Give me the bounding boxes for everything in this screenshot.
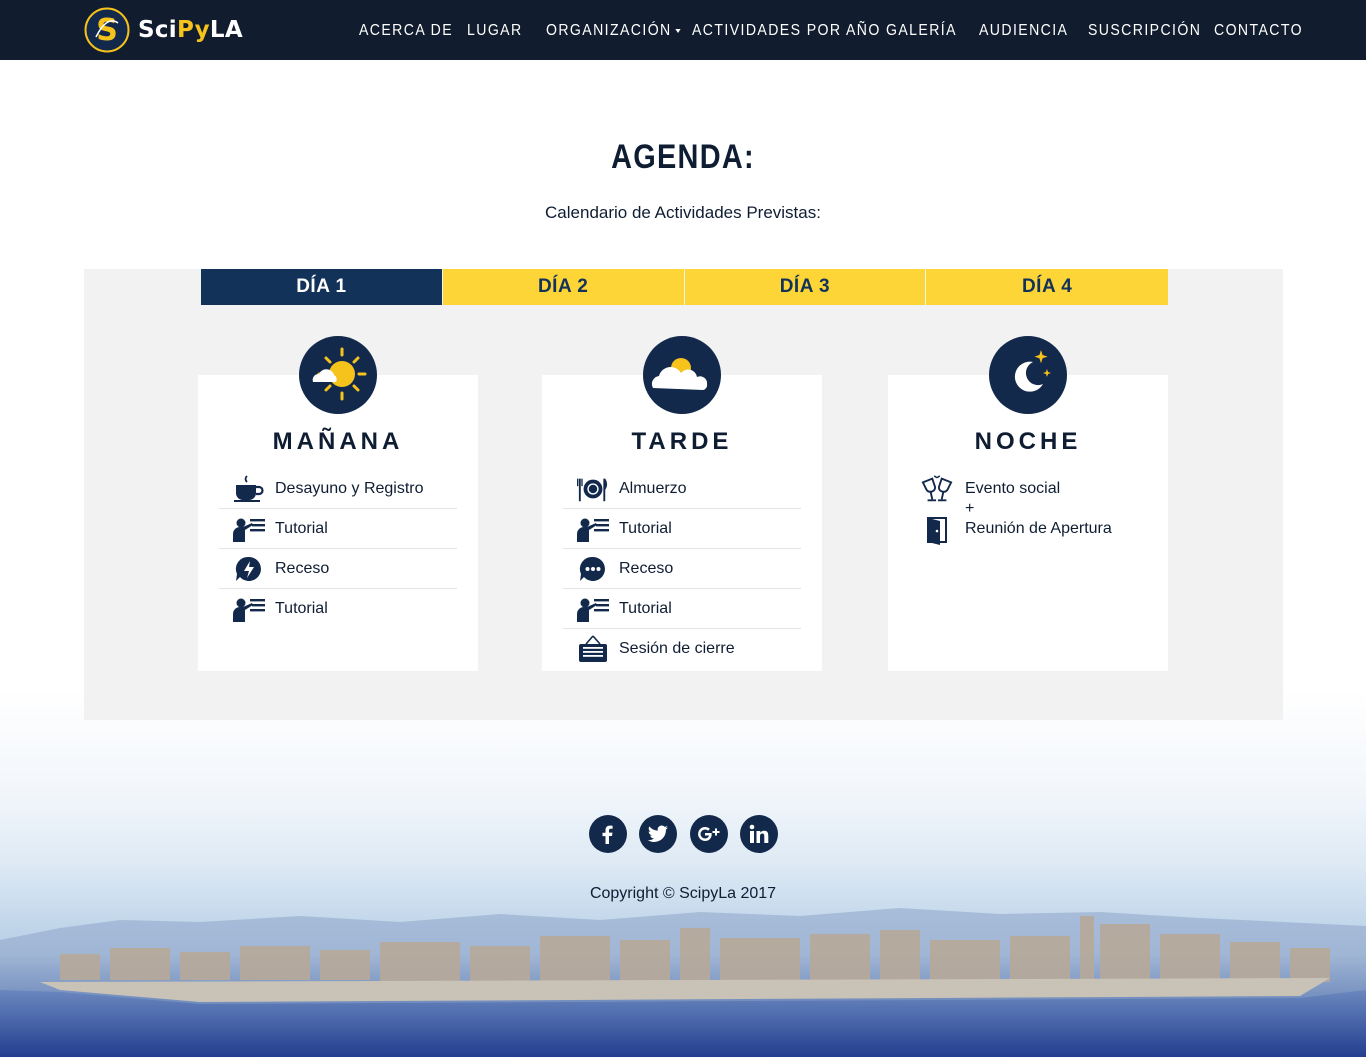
list-item: Sesión de cierre <box>563 629 801 669</box>
coffee-cup-icon <box>233 474 265 504</box>
presenter-icon <box>233 514 265 544</box>
afternoon-title: TARDE <box>631 428 733 455</box>
night-item-plus: + <box>965 500 975 517</box>
sun-cloud-icon <box>299 336 377 414</box>
day-tabs: DÍA 1 DÍA 2 DÍA 3 DÍA 4 <box>201 269 1168 305</box>
top-navbar: S SciPyLA ACERCA DE LUGAR ORGANIZACIÓN A… <box>0 0 1366 60</box>
list-item: Receso <box>219 549 457 589</box>
nav-menu: ACERCA DE LUGAR ORGANIZACIÓN ACTIVIDADES… <box>0 0 1366 60</box>
nav-item-audiencia[interactable]: AUDIENCIA <box>979 21 1068 41</box>
presenter-icon <box>233 594 265 624</box>
tab-dia-2[interactable]: DÍA 2 <box>442 269 685 305</box>
list-item: Almuerzo <box>563 469 801 509</box>
tab-dia-3[interactable]: DÍA 3 <box>684 269 927 305</box>
nav-item-suscripcion[interactable]: SUSCRIPCIÓN <box>1088 21 1201 41</box>
presenter-icon <box>577 594 609 624</box>
tab-dia-1[interactable]: DÍA 1 <box>201 269 443 305</box>
nav-item-organizacion-label: ORGANIZACIÓN <box>546 22 672 39</box>
open-door-icon <box>921 515 953 545</box>
list-item: Receso <box>563 549 801 589</box>
nav-item-lugar[interactable]: LUGAR <box>467 21 523 41</box>
item-label: Receso <box>275 559 330 577</box>
item-label: Desayuno y Registro <box>275 479 424 497</box>
lightning-bubble-icon <box>233 554 265 584</box>
night-item-evento-social: Evento social <box>965 480 1061 497</box>
close-sign-icon <box>577 634 609 664</box>
agenda-subtitle: Calendario de Actividades Previstas: <box>545 203 821 222</box>
morning-title: MAÑANA <box>272 428 404 455</box>
plate-cutlery-icon <box>577 474 609 504</box>
item-label: Almuerzo <box>619 479 687 497</box>
cloud-sun-icon <box>643 336 721 414</box>
item-label: Tutorial <box>275 519 328 537</box>
tab-dia-4[interactable]: DÍA 4 <box>926 269 1168 305</box>
facebook-icon[interactable] <box>589 815 627 853</box>
nav-item-actividades[interactable]: ACTIVIDADES POR AÑO <box>692 21 881 41</box>
item-label: Tutorial <box>275 600 328 617</box>
item-label: Tutorial <box>619 599 672 617</box>
copyright-text: Copyright © ScipyLa 2017 <box>589 885 777 902</box>
moon-stars-icon <box>989 336 1067 414</box>
list-item: Tutorial <box>219 589 457 629</box>
havana-skyline-panorama <box>0 690 1366 1057</box>
list-item: Tutorial <box>563 589 801 629</box>
list-item: Tutorial <box>563 509 801 549</box>
night-item-reunion-apertura: Reunión de Apertura <box>965 520 1112 537</box>
toast-glasses-icon <box>921 474 953 504</box>
nav-item-acerca-de[interactable]: ACERCA DE <box>359 21 453 41</box>
item-label: Tutorial <box>619 519 672 537</box>
linkedin-icon[interactable] <box>740 815 778 853</box>
nav-item-organizacion[interactable]: ORGANIZACIÓN <box>546 21 681 41</box>
agenda-title: AGENDA: <box>611 138 755 176</box>
night-title: NOCHE <box>974 428 1082 455</box>
caret-down-icon <box>675 28 681 33</box>
item-label: Sesión de cierre <box>619 640 735 657</box>
presenter-icon <box>577 514 609 544</box>
chat-bubble-icon <box>577 554 609 584</box>
list-item: Tutorial <box>219 509 457 549</box>
list-item: Desayuno y Registro <box>219 469 457 509</box>
nav-item-galeria[interactable]: GALERÍA <box>886 21 957 41</box>
item-label: Receso <box>619 559 674 577</box>
google-plus-icon[interactable] <box>690 815 728 853</box>
nav-item-contacto[interactable]: CONTACTO <box>1214 21 1303 41</box>
twitter-icon[interactable] <box>639 815 677 853</box>
